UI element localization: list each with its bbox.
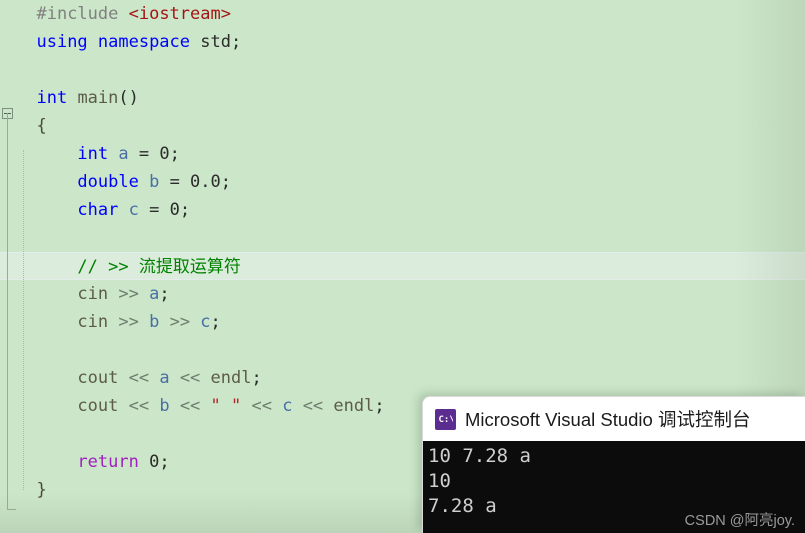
indent-guide bbox=[23, 150, 24, 490]
code-token: ; bbox=[159, 284, 170, 304]
code-token: double bbox=[77, 172, 150, 192]
code-token: #include bbox=[36, 4, 129, 24]
code-line[interactable]: #include <iostream> bbox=[0, 0, 805, 28]
watermark: CSDN @阿亮joy. bbox=[684, 513, 795, 529]
code-token: using namespace bbox=[36, 32, 201, 52]
code-token: // >> 流提取运算符 bbox=[77, 257, 241, 277]
code-token: c bbox=[128, 200, 150, 220]
code-line[interactable]: // >> 流提取运算符 bbox=[0, 252, 805, 280]
console-title-text: Microsoft Visual Studio 调试控制台 bbox=[465, 409, 751, 430]
code-token: a bbox=[118, 144, 139, 164]
code-line[interactable]: { bbox=[0, 112, 805, 140]
code-line[interactable]: using namespace std; bbox=[0, 28, 805, 56]
code-line[interactable] bbox=[0, 56, 805, 84]
code-token: = bbox=[149, 200, 170, 220]
code-token: 0; bbox=[159, 144, 180, 164]
code-line[interactable]: int a = 0; bbox=[0, 140, 805, 168]
console-output-line: 10 bbox=[428, 470, 451, 492]
code-token: endl bbox=[210, 368, 252, 388]
code-token: b bbox=[149, 312, 170, 332]
code-token: b bbox=[149, 172, 170, 192]
code-token: int bbox=[77, 144, 119, 164]
code-line[interactable]: cout << a << endl; bbox=[0, 364, 805, 392]
code-token: a bbox=[159, 368, 180, 388]
code-token: } bbox=[36, 480, 47, 500]
code-token: ; bbox=[210, 312, 221, 332]
code-token: char bbox=[77, 200, 129, 220]
code-token: return bbox=[77, 452, 150, 472]
code-token: 0.0; bbox=[190, 172, 231, 192]
code-token: cin bbox=[77, 284, 119, 304]
code-token: << bbox=[179, 396, 211, 416]
code-token: main bbox=[77, 88, 119, 108]
code-token: << bbox=[128, 396, 160, 416]
code-region-bar bbox=[7, 113, 8, 510]
code-token: <iostream> bbox=[128, 4, 231, 24]
code-line[interactable] bbox=[0, 224, 805, 252]
code-token: endl bbox=[333, 396, 375, 416]
console-window[interactable]: C:\ Microsoft Visual Studio 调试控制台 10 7.2… bbox=[422, 396, 805, 533]
code-token: << bbox=[302, 396, 334, 416]
command-prompt-icon: C:\ bbox=[435, 408, 456, 430]
code-token: << bbox=[179, 368, 211, 388]
code-token: c bbox=[200, 312, 211, 332]
code-line[interactable]: cin >> b >> c; bbox=[0, 308, 805, 336]
code-token: int bbox=[36, 88, 78, 108]
code-line[interactable]: int main() bbox=[0, 84, 805, 112]
code-token: = bbox=[138, 144, 160, 164]
code-token: cout bbox=[77, 368, 129, 388]
code-token: 0; bbox=[169, 200, 191, 220]
code-token: cout bbox=[77, 396, 129, 416]
console-output-line: 10 7.28 a bbox=[428, 445, 531, 467]
code-token: ; bbox=[374, 396, 385, 416]
code-line[interactable]: cin >> a; bbox=[0, 280, 805, 308]
code-token: " " bbox=[210, 396, 252, 416]
code-token: >> bbox=[169, 312, 201, 332]
code-token: << bbox=[251, 396, 283, 416]
svg-text:C:\: C:\ bbox=[439, 415, 454, 425]
code-token: >> bbox=[118, 284, 150, 304]
code-token: () bbox=[118, 88, 139, 108]
code-line[interactable]: char c = 0; bbox=[0, 196, 805, 224]
code-region-bar-foot bbox=[7, 509, 16, 510]
code-token: b bbox=[159, 396, 180, 416]
code-token: << bbox=[128, 368, 160, 388]
code-token: std; bbox=[200, 32, 242, 52]
editor-gutter[interactable] bbox=[0, 0, 16, 533]
console-titlebar[interactable]: C:\ Microsoft Visual Studio 调试控制台 bbox=[423, 397, 805, 441]
code-token: ; bbox=[251, 368, 262, 388]
code-token: cin bbox=[77, 312, 119, 332]
code-token: >> bbox=[118, 312, 150, 332]
code-token: 0; bbox=[149, 452, 170, 472]
code-token: = bbox=[169, 172, 191, 192]
code-token: c bbox=[282, 396, 303, 416]
code-token: a bbox=[149, 284, 160, 304]
console-output[interactable]: 10 7.28 a 10 7.28 a CSDN @阿亮joy. bbox=[423, 441, 805, 533]
code-line[interactable]: double b = 0.0; bbox=[0, 168, 805, 196]
code-line[interactable] bbox=[0, 336, 805, 364]
code-token: { bbox=[36, 116, 47, 136]
